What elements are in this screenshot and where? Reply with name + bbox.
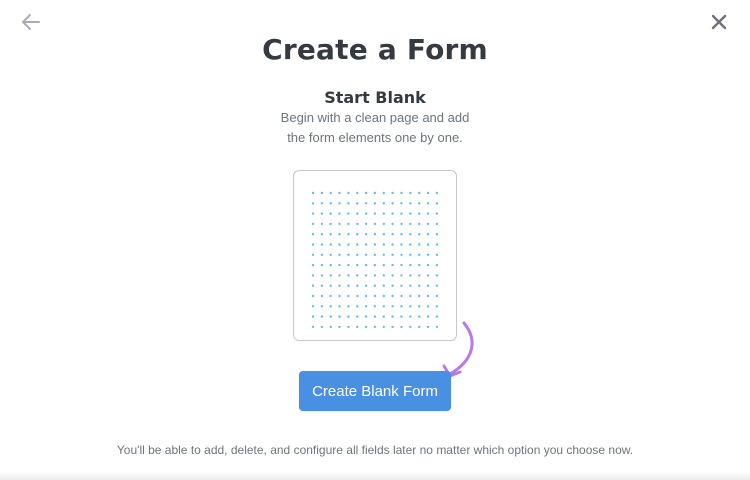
page-title: Create a Form (262, 33, 488, 66)
option-description-line-1: Begin with a clean page and add (280, 110, 470, 125)
option-description-line-2: the form elements one by one. (287, 130, 463, 145)
create-blank-form-button[interactable]: Create Blank Form (299, 371, 451, 411)
back-button[interactable] (19, 10, 43, 34)
dot-grid-icon (311, 191, 439, 329)
close-icon (711, 14, 727, 30)
bottom-edge (0, 472, 750, 480)
option-title: Start Blank (324, 88, 426, 107)
arrow-left-icon (22, 14, 40, 30)
close-button[interactable] (707, 10, 731, 34)
blank-form-preview[interactable] (293, 170, 457, 341)
footer-note: You'll be able to add, delete, and confi… (116, 443, 634, 457)
option-description: Begin with a clean page and add the form… (0, 108, 750, 148)
